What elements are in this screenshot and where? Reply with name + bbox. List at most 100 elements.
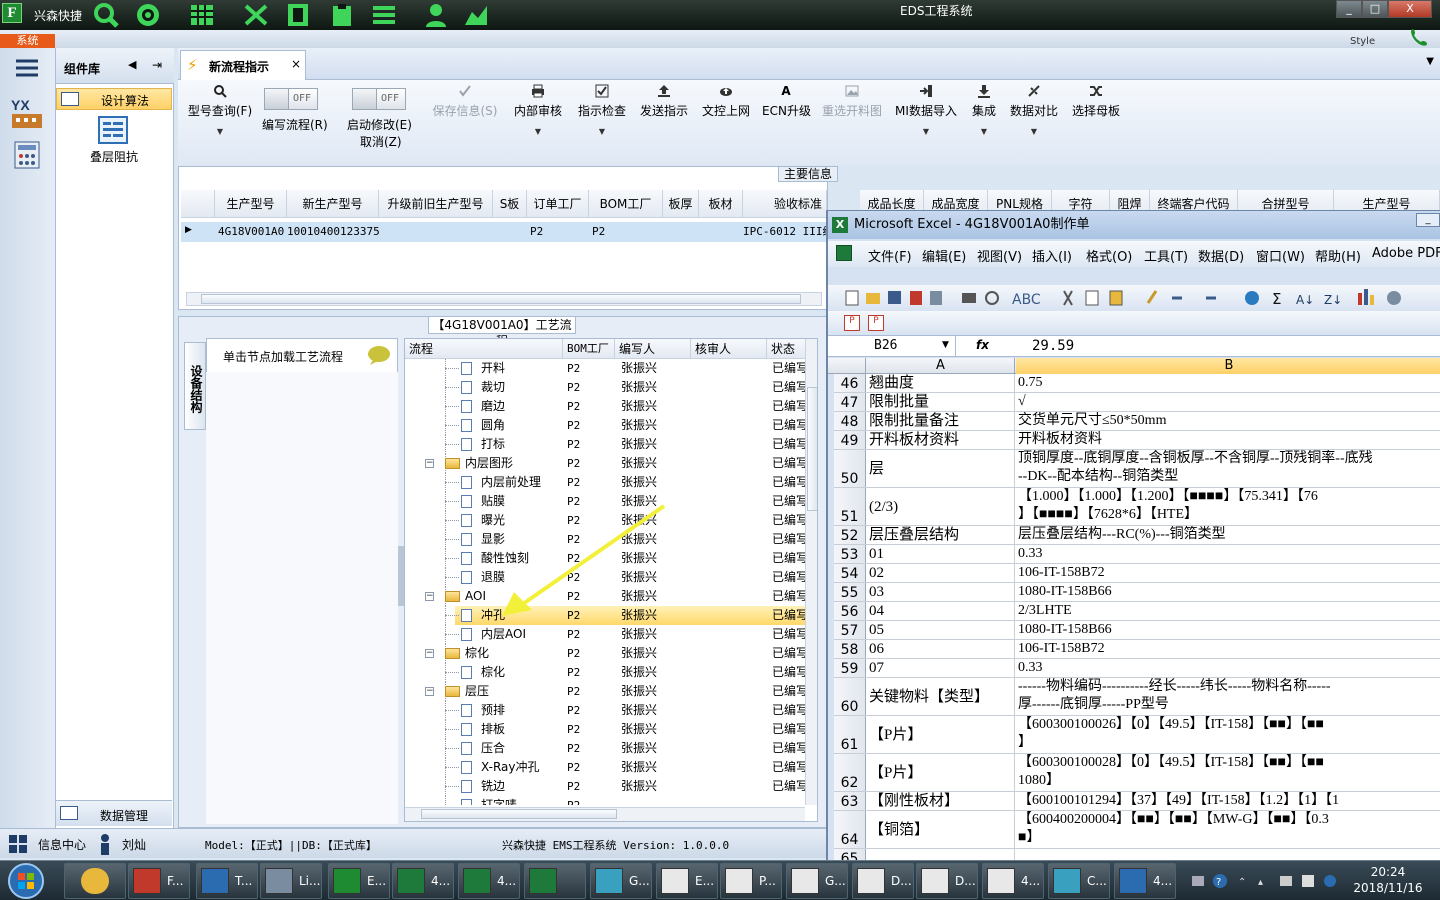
row-number[interactable]: 51 bbox=[834, 488, 866, 525]
cell-b[interactable]: 2/3LHTE bbox=[1016, 602, 1440, 620]
tree-node-row[interactable]: 内层前处理 P2 张振兴 已编写 bbox=[405, 473, 806, 492]
row-number[interactable]: 48 bbox=[834, 412, 866, 430]
pdf-mail-icon[interactable]: P bbox=[868, 315, 884, 331]
taskbar-app-button[interactable]: D... bbox=[916, 863, 978, 899]
tree-node-row[interactable]: 排板 P2 张振兴 已编写 bbox=[405, 720, 806, 739]
cell-a[interactable]: 01 bbox=[867, 545, 1015, 563]
system-tab[interactable]: 系统 bbox=[0, 34, 55, 48]
calculator-icon[interactable] bbox=[12, 140, 42, 170]
row-number[interactable]: 46 bbox=[834, 374, 866, 392]
design-algorithm-item[interactable]: 设计算法 bbox=[56, 88, 172, 110]
cell-new-model[interactable]: 10010400123375 bbox=[284, 222, 380, 242]
reselect-chart-button[interactable]: 重选开料图 bbox=[820, 84, 884, 119]
col-header[interactable]: 编写人 bbox=[615, 339, 691, 359]
tree-node-row[interactable]: 圆角 P2 张振兴 已编写 bbox=[405, 416, 806, 435]
tab-new-flow-instruction[interactable]: ⚡ 新流程指示 × bbox=[180, 50, 306, 80]
tab-dropdown-icon[interactable]: ▼ bbox=[1426, 56, 1434, 67]
film-icon[interactable] bbox=[284, 2, 312, 28]
cell-b[interactable]: 【1.000】【1.000】【1.200】【■■■■】【75.341】【76 】… bbox=[1016, 488, 1440, 525]
style-dropdown[interactable]: Style bbox=[1350, 36, 1375, 47]
row-number[interactable]: 49 bbox=[834, 431, 866, 449]
taskbar-app-button[interactable]: P... bbox=[720, 863, 782, 899]
tree-vscrollbar[interactable] bbox=[805, 339, 817, 805]
table-icon[interactable] bbox=[188, 2, 216, 28]
taskbar-app-button[interactable]: E... bbox=[328, 863, 390, 899]
menu-window[interactable]: 窗口(W) bbox=[1256, 246, 1305, 265]
cell-a[interactable]: 层 bbox=[867, 450, 1015, 487]
data-management-item[interactable]: 数据管理 bbox=[56, 800, 172, 826]
tree-node-row[interactable]: 棕化 P2 张振兴 已编写 bbox=[405, 663, 806, 682]
cell-b[interactable]: ------物料编码----------经长-----纬长-----物料名称--… bbox=[1016, 678, 1440, 715]
taskbar-app-button[interactable]: E... bbox=[656, 863, 718, 899]
collapse-toggle-icon[interactable]: − bbox=[425, 592, 434, 601]
row-number[interactable]: 52 bbox=[834, 526, 866, 544]
ecn-upgrade-button[interactable]: A ECN升级 bbox=[762, 84, 811, 119]
name-box[interactable]: B26 bbox=[834, 336, 956, 356]
stack-impedance-icon[interactable] bbox=[98, 116, 128, 144]
col-header[interactable]: 生产型号 bbox=[215, 190, 287, 218]
scroll-thumb[interactable] bbox=[807, 387, 817, 511]
clipboard-icon[interactable] bbox=[328, 2, 356, 28]
row-number[interactable]: 50 bbox=[834, 450, 866, 487]
col-header[interactable]: 板厚 bbox=[663, 190, 699, 218]
instruction-check-button[interactable]: 指示检查 ▼ bbox=[576, 84, 628, 136]
doc-upload-button[interactable]: 文控上网 bbox=[700, 84, 752, 119]
standard-toolbar-icons[interactable]: ABC Σ A↓ Z↓ bbox=[828, 285, 1440, 311]
cell-a[interactable]: 翘曲度 bbox=[867, 374, 1015, 392]
col-header[interactable]: BOM工厂 bbox=[589, 190, 663, 218]
pdf-convert-icon[interactable]: P bbox=[844, 315, 860, 331]
tree-node-row[interactable]: 开料 P2 张振兴 已编写 bbox=[405, 359, 806, 378]
cell-b[interactable]: 106-IT-158B72 bbox=[1016, 564, 1440, 582]
cell-prod-model[interactable]: 4G18V001A0 bbox=[215, 222, 287, 242]
cell-a[interactable]: 【刚性板材】 bbox=[867, 792, 1015, 810]
menu-adobe-pdf[interactable]: Adobe PDF( bbox=[1372, 246, 1440, 261]
chart-icon[interactable] bbox=[462, 2, 490, 28]
internal-review-button[interactable]: 内部审核 ▼ bbox=[512, 84, 564, 136]
cell-b[interactable]: 1080-IT-158B66 bbox=[1016, 583, 1440, 601]
grid-corner[interactable] bbox=[181, 190, 215, 218]
globe-icon[interactable] bbox=[134, 2, 162, 28]
col-header[interactable]: 核审人 bbox=[691, 339, 767, 359]
phone-icon[interactable] bbox=[1408, 26, 1432, 46]
row-number[interactable]: 64 bbox=[834, 811, 866, 848]
cell-b[interactable]: 交货单元尺寸≤50*50mm bbox=[1016, 412, 1440, 430]
row-number[interactable]: 58 bbox=[834, 640, 866, 658]
menu-format[interactable]: 格式(O) bbox=[1086, 246, 1132, 265]
taskbar-app-button[interactable]: 4... bbox=[458, 863, 520, 899]
cell-a[interactable]: 04 bbox=[867, 602, 1015, 620]
menu-insert[interactable]: 插入(I) bbox=[1032, 246, 1072, 265]
row-number[interactable]: 59 bbox=[834, 659, 866, 677]
col-header[interactable]: 新生产型号 bbox=[287, 190, 379, 218]
collapse-toggle-icon[interactable]: − bbox=[425, 459, 434, 468]
menu-tools[interactable]: 工具(T) bbox=[1144, 246, 1188, 265]
taskbar-app-button[interactable]: G... bbox=[590, 863, 652, 899]
mi-import-button[interactable]: MI数据导入 ▼ bbox=[894, 84, 958, 136]
cell-b[interactable]: 【600100101294】【37】【49】【IT-158】【1.2】【1】【1 bbox=[1016, 792, 1440, 810]
taskbar-pinned-app[interactable] bbox=[64, 863, 126, 899]
cell-b[interactable]: 顶铜厚度--底铜厚度--含铜板厚--不含铜厚--顶残铜率--底残 --DK--配… bbox=[1016, 450, 1440, 487]
hamburger-menu-icon[interactable] bbox=[14, 58, 40, 78]
tree-node-row[interactable]: X-Ray冲孔 P2 张振兴 已编写 bbox=[405, 758, 806, 777]
collapse-toggle-icon[interactable]: − bbox=[425, 649, 434, 658]
cell-a[interactable]: 06 bbox=[867, 640, 1015, 658]
cell-b[interactable]: 0.33 bbox=[1016, 659, 1440, 677]
edit-flow-toggle[interactable]: OFF bbox=[264, 88, 318, 110]
taskbar-app-button[interactable]: 4... bbox=[982, 863, 1044, 899]
cell-b[interactable]: 106-IT-158B72 bbox=[1016, 640, 1440, 658]
menu-help[interactable]: 帮助(H) bbox=[1315, 246, 1361, 265]
row-number[interactable]: 62 bbox=[834, 754, 866, 791]
maximize-button[interactable]: □ bbox=[1362, 0, 1388, 18]
cell-a[interactable]: 【P片】 bbox=[867, 754, 1015, 791]
cell-a[interactable]: 07 bbox=[867, 659, 1015, 677]
tree-node-row[interactable]: 裁切 P2 张振兴 已编写 bbox=[405, 378, 806, 397]
close-button[interactable]: X bbox=[1388, 0, 1432, 18]
cell-a[interactable]: 关键物料【类型】 bbox=[867, 678, 1015, 715]
cell-a[interactable]: 03 bbox=[867, 583, 1015, 601]
cell-b[interactable]: 0.33 bbox=[1016, 545, 1440, 563]
row-number[interactable]: 53 bbox=[834, 545, 866, 563]
col-header[interactable]: 状态 bbox=[767, 339, 807, 359]
row-number[interactable]: 47 bbox=[834, 393, 866, 411]
tree-node-row[interactable]: 内层AOI P2 张振兴 已编写 bbox=[405, 625, 806, 644]
select-all-corner[interactable] bbox=[834, 358, 866, 374]
name-box-dropdown-icon[interactable]: ▼ bbox=[942, 340, 949, 350]
